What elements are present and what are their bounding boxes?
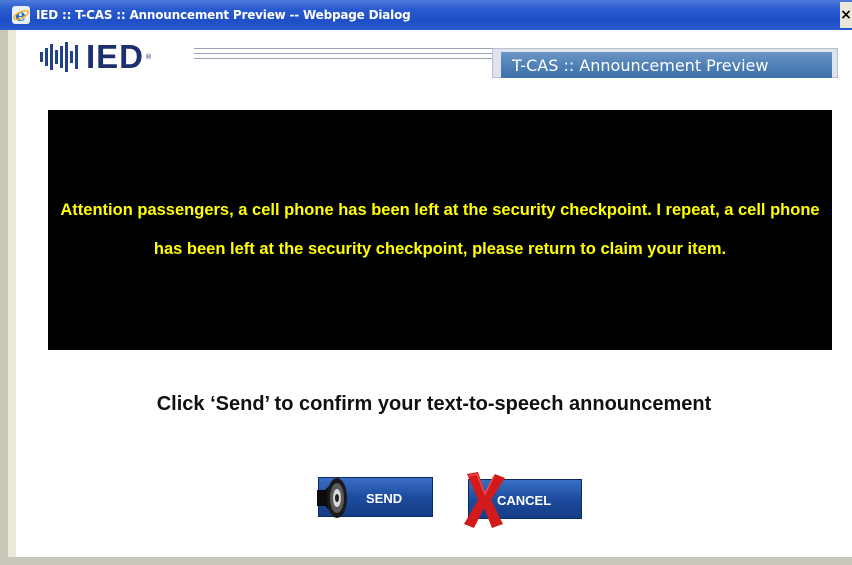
logo-registered-mark: ® [145,53,153,61]
header-divider [194,48,494,62]
dialog-content: IED ® T-CAS :: Announcement Preview Atte… [16,30,852,557]
announcement-preview: Attention passengers, a cell phone has b… [48,110,832,350]
logo-bars-icon [40,40,80,74]
cancel-button-label: CANCEL [497,492,552,508]
announcement-text: Attention passengers, a cell phone has b… [60,201,820,258]
window-title: IED :: T-CAS :: Announcement Preview -- … [36,8,411,22]
ie-icon: e [12,6,30,24]
svg-text:e: e [15,6,26,24]
cancel-button[interactable]: CANCEL [464,472,582,528]
send-button-label: SEND [366,490,403,506]
speaker-icon [317,478,347,518]
send-button[interactable]: SEND [317,477,433,518]
ied-logo: IED ® [40,40,152,74]
page-title-tab: T-CAS :: Announcement Preview [501,52,832,78]
close-button[interactable]: × [840,2,852,28]
logo-text: IED [86,38,145,75]
title-bar[interactable]: e IED :: T-CAS :: Announcement Preview -… [0,0,852,30]
confirm-instruction: Click ‘Send’ to confirm your text-to-spe… [156,393,712,415]
header: IED ® T-CAS :: Announcement Preview [16,30,852,92]
dialog-window: e IED :: T-CAS :: Announcement Preview -… [0,0,852,565]
